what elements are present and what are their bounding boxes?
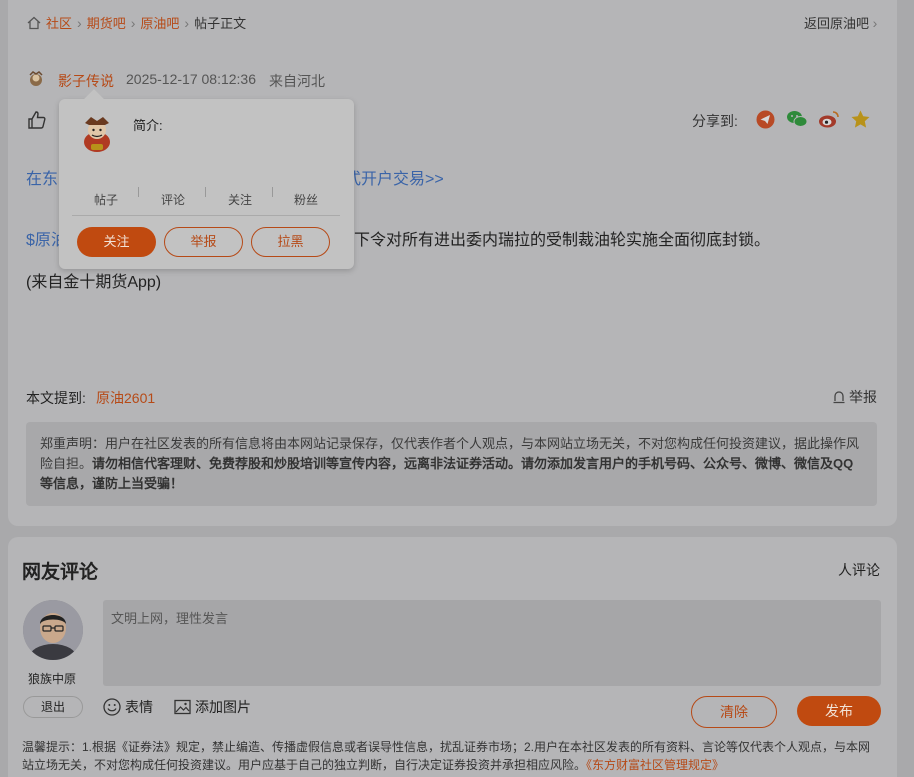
image-icon xyxy=(174,699,191,715)
report-link[interactable]: 举报 xyxy=(832,387,877,407)
publish-button[interactable]: 发布 xyxy=(797,696,881,726)
author-avatar-small[interactable] xyxy=(27,70,45,88)
logout-button[interactable]: 退出 xyxy=(23,696,83,718)
breadcrumb-current: 帖子正文 xyxy=(194,16,247,31)
chevron-right-icon: › xyxy=(184,14,190,31)
add-image-label[interactable]: 添加图片 xyxy=(195,697,251,717)
popup-stat-divider xyxy=(272,187,273,197)
comment-input[interactable]: 文明上网，理性发言 xyxy=(103,600,881,686)
popup-stat-comments[interactable]: 评论 xyxy=(161,191,185,208)
comment-notice: 温馨提示：1.根据《证券法》规定，禁止编造、传播虚假信息或者误导性信息，扰乱证券… xyxy=(22,738,882,774)
thumbs-up-icon[interactable] xyxy=(27,110,47,130)
popup-divider xyxy=(72,215,340,216)
share-weibo-icon[interactable] xyxy=(818,109,840,129)
comments-count: 人评论 xyxy=(838,562,880,578)
disclaimer-box: 郑重声明：用户在社区发表的所有信息将由本网站记录保存，仅代表作者个人观点，与本网… xyxy=(26,422,877,506)
post-body-text: 下令对所有进出委内瑞拉的受制裁油轮实施全面彻底封锁。 xyxy=(354,232,771,249)
share-label: 分享到: xyxy=(692,113,738,129)
popup-block-button[interactable]: 拉黑 xyxy=(251,227,330,257)
chevron-right-icon: › xyxy=(77,14,82,31)
home-icon[interactable] xyxy=(27,16,41,30)
emoji-icon xyxy=(103,698,121,716)
popup-avatar[interactable] xyxy=(77,114,117,154)
disclaimer-bold-text: 请勿相信代客理财、免费荐股和炒股培训等宣传内容，远离非法证券活动。请勿添加发言用… xyxy=(40,456,854,491)
report-icon xyxy=(832,390,846,404)
breadcrumb: 社区 › 期货吧 › 原油吧 › 帖子正文 xyxy=(27,13,246,32)
comments-title: 网友评论 xyxy=(22,562,99,583)
popup-stat-following[interactable]: 关注 xyxy=(228,191,252,208)
popup-stat-followers[interactable]: 粉丝 xyxy=(294,191,318,208)
back-link-label[interactable]: 返回原油吧 xyxy=(804,16,869,31)
share-wechat-icon[interactable] xyxy=(786,109,808,129)
rules-link[interactable]: 《东方财富社区管理规定》 xyxy=(586,758,724,772)
popup-stat-divider xyxy=(138,187,139,197)
chevron-right-icon: › xyxy=(872,15,878,31)
chevron-right-icon: › xyxy=(130,14,136,31)
breadcrumb-home[interactable]: 社区 xyxy=(46,13,72,32)
breadcrumb-crude[interactable]: 原油吧 xyxy=(140,13,179,32)
popup-follow-button[interactable]: 关注 xyxy=(77,227,156,257)
user-name: 狼族中原 xyxy=(28,672,77,686)
mention-value[interactable]: 原油2601 xyxy=(96,388,155,408)
popup-intro-label: 简介: xyxy=(133,118,163,133)
share-telegram-icon[interactable] xyxy=(756,110,775,129)
report-link-label[interactable]: 举报 xyxy=(849,387,877,407)
back-link[interactable]: 返回原油吧 › xyxy=(804,13,877,32)
popup-report-button[interactable]: 举报 xyxy=(164,227,243,257)
popup-stat-divider xyxy=(205,187,206,197)
promo-link-suffix[interactable]: 式开户交易>> xyxy=(345,165,444,189)
popup-stat-posts[interactable]: 帖子 xyxy=(94,191,118,208)
clear-button[interactable]: 清除 xyxy=(691,696,777,728)
post-location: 来自河北 xyxy=(269,73,325,89)
breadcrumb-futures[interactable]: 期货吧 xyxy=(87,13,126,32)
post-source: (来自金十期货App) xyxy=(26,274,162,291)
promo-link-prefix[interactable]: 在东 xyxy=(26,165,58,189)
author-popup: 简介: 帖子 评论 关注 粉丝 关注 举报 拉黑 xyxy=(59,89,354,269)
mention-label: 本文提到: xyxy=(26,390,86,406)
favorite-star-icon[interactable] xyxy=(850,109,871,130)
author-name[interactable]: 影子传说 xyxy=(58,71,114,91)
comment-input-placeholder: 文明上网，理性发言 xyxy=(111,611,229,626)
post-datetime: 2025-12-17 08:12:36 xyxy=(126,71,256,87)
add-image-button[interactable]: 添加图片 xyxy=(174,697,251,717)
notice-text: 温馨提示：1.根据《证券法》规定，禁止编造、传播虚假信息或者误导性信息，扰乱证券… xyxy=(22,740,871,772)
avatar[interactable] xyxy=(23,600,83,660)
emoji-button[interactable]: 表情 xyxy=(103,697,153,717)
emoji-label[interactable]: 表情 xyxy=(125,697,153,717)
